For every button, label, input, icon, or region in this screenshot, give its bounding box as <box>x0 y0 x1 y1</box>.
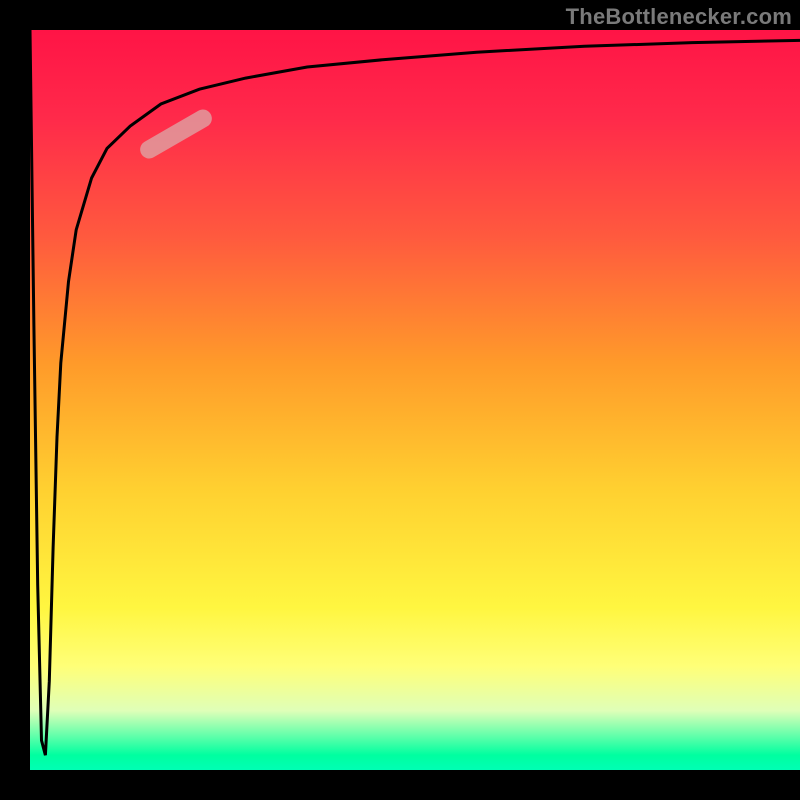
plot-gradient-background <box>30 30 800 770</box>
chart-stage: TheBottlenecker.com <box>0 0 800 800</box>
watermark-text: TheBottlenecker.com <box>566 4 792 30</box>
y-axis <box>24 30 30 770</box>
x-axis <box>24 770 800 776</box>
